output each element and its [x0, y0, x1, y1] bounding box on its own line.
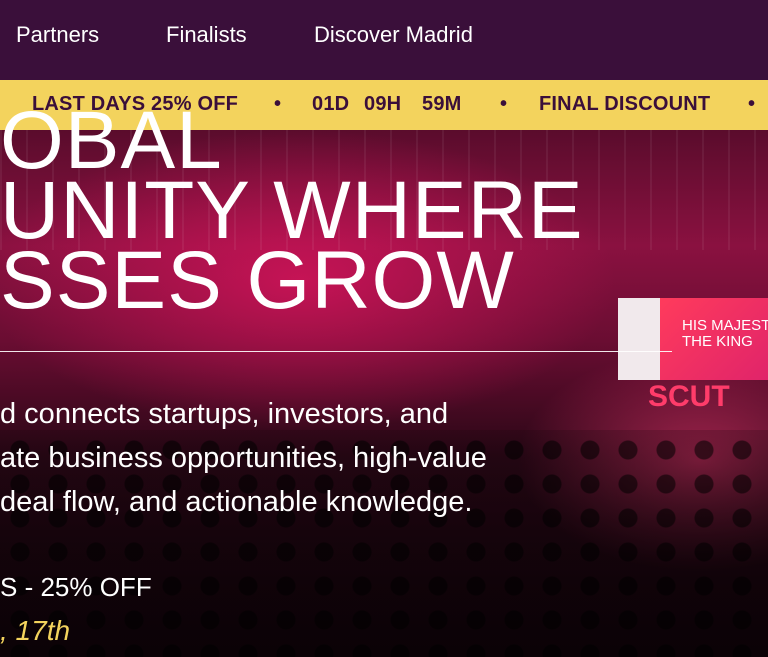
hero-event-date: , 17th — [0, 615, 71, 646]
countdown-days: 01D — [312, 93, 350, 115]
countdown-hours: 09H — [364, 93, 402, 115]
hero-divider — [0, 351, 672, 352]
ticker-separator: • — [274, 93, 282, 115]
hero-description-line-1: d connects startups, investors, and — [0, 398, 449, 430]
hero-promo-text: S - 25% OFF — [0, 572, 152, 602]
ticker-separator: • — [500, 93, 508, 115]
ticker-separator: • — [748, 93, 756, 115]
top-navigation: Partners Finalists Discover Madrid — [0, 0, 768, 80]
nav-link-discover-madrid[interactable]: Discover Madrid — [314, 22, 473, 48]
hero-description-line-2: ate business opportunities, high-value — [0, 442, 487, 474]
nav-link-finalists[interactable]: Finalists — [166, 22, 247, 48]
hero-headline-line-3: SSES GROW — [0, 235, 515, 326]
hero-description-line-3: deal flow, and actionable knowledge. — [0, 486, 473, 518]
nav-link-partners[interactable]: Partners — [16, 22, 99, 48]
stage-sign: SCUT — [648, 380, 730, 413]
ticker-final-discount: FINAL DISCOUNT — [539, 93, 711, 115]
stage-screen-text: HIS MAJEST THE KING — [682, 317, 768, 350]
countdown-minutes: 59M — [422, 93, 462, 115]
